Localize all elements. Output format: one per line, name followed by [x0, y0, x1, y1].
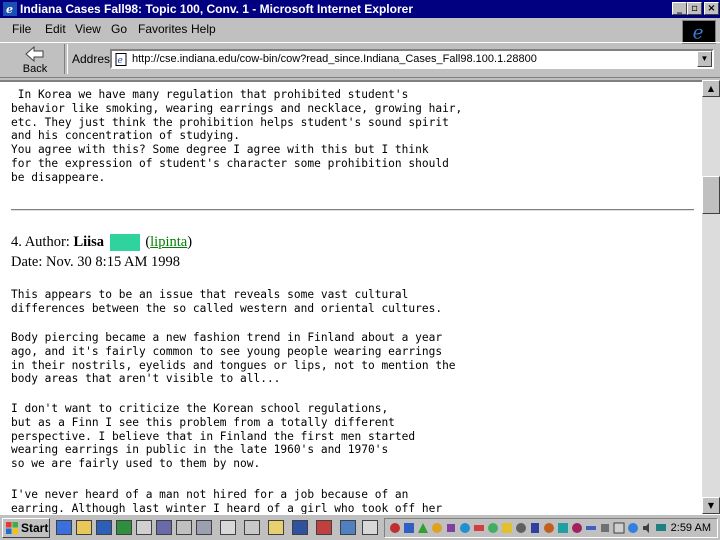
page-content: In Korea we have many regulation that pr… [0, 80, 702, 514]
tray-app-icon[interactable] [557, 522, 569, 534]
quicklaunch-network-icon[interactable] [340, 520, 356, 535]
quicklaunch-document-icon[interactable] [136, 520, 152, 535]
taskbar-clock: 2:59 AM [670, 522, 711, 534]
tray-app-icon[interactable] [501, 522, 513, 534]
start-button[interactable]: Start [2, 518, 50, 538]
system-tray: 2:59 AM [384, 518, 718, 538]
tray-app-icon[interactable] [599, 522, 611, 534]
tray-app-icon[interactable] [543, 522, 555, 534]
menu-edit[interactable]: Edit [45, 22, 66, 36]
quicklaunch-monitor-icon[interactable] [196, 520, 212, 535]
back-arrow-icon [25, 46, 44, 62]
author-label: Author: [24, 234, 70, 250]
back-label: Back [22, 63, 48, 75]
maximize-button[interactable]: ▫ [687, 2, 702, 15]
tray-app-icon[interactable] [585, 522, 597, 534]
windows-flag-icon [6, 522, 18, 534]
tray-app-icon[interactable] [613, 522, 625, 534]
author-color-swatch [109, 234, 140, 252]
svg-text:e: e [118, 56, 123, 66]
previous-post-line: In Korea we have many regulation that pr… [17, 88, 409, 101]
post-paragraph: I don't want to criticize the Korean sch… [11, 402, 416, 471]
speaker-icon[interactable] [641, 522, 653, 534]
author-name: Liisa [73, 234, 105, 250]
menu-view[interactable]: View [75, 22, 101, 36]
post-date: Date: Nov. 30 8:15 AM 1998 [11, 254, 181, 270]
window-title: Indiana Cases Fall98: Topic 100, Conv. 1… [20, 2, 413, 16]
menu-bar: File Edit View Go Favorites Help [0, 18, 680, 40]
tray-app-icon[interactable] [431, 522, 443, 534]
toolbar-divider [64, 44, 68, 74]
title-bar: e Indiana Cases Fall98: Topic 100, Conv.… [0, 0, 720, 18]
tray-app-icon[interactable] [571, 522, 583, 534]
menu-favorites[interactable]: Favorites [138, 22, 187, 36]
address-url: http://cse.indiana.edu/cow-bin/cow?read_… [132, 53, 537, 65]
quicklaunch-browser-icon[interactable] [56, 520, 72, 535]
page-icon: e [115, 53, 127, 66]
address-field[interactable]: e http://cse.indiana.edu/cow-bin/cow?rea… [110, 49, 714, 69]
post-divider [11, 209, 694, 211]
minimize-button[interactable]: _ [672, 2, 687, 15]
close-button[interactable]: × [704, 2, 719, 15]
tray-app-icon[interactable] [459, 522, 471, 534]
address-dropdown-button[interactable]: ▼ [697, 51, 712, 67]
post-paragraph: Body piercing became a new fashion trend… [11, 331, 456, 386]
menu-go[interactable]: Go [111, 22, 127, 36]
quicklaunch-app-icon[interactable] [156, 520, 172, 535]
quicklaunch-desktop-icon[interactable] [244, 520, 260, 535]
ie-app-icon: e [3, 2, 17, 16]
tray-app-icon[interactable] [417, 522, 429, 534]
tray-app-icon[interactable] [515, 522, 527, 534]
tray-app-icon[interactable] [473, 522, 485, 534]
quicklaunch-ie-icon[interactable] [292, 520, 308, 535]
previous-post-line: be disappeare. [11, 170, 106, 184]
menu-help[interactable]: Help [191, 22, 216, 36]
quicklaunch-misc-icon[interactable] [362, 520, 378, 535]
network-icon[interactable] [655, 522, 667, 534]
scroll-down-button[interactable]: ▼ [702, 497, 720, 514]
quicklaunch-folder-icon[interactable] [76, 520, 92, 535]
tray-app-icon[interactable] [627, 522, 639, 534]
post-author-line: 4. Author: Liisa (lipinta) [11, 234, 193, 252]
post-number: 4. [11, 234, 22, 250]
post-paragraph: This appears to be an issue that reveals… [11, 288, 443, 315]
previous-post-line: You agree with this? Some degree I agree… [11, 143, 429, 157]
quicklaunch-window-icon[interactable] [176, 520, 192, 535]
tray-app-icon[interactable] [445, 522, 457, 534]
previous-post-line: etc. They just think the prohibition hel… [11, 115, 449, 129]
tray-app-icon[interactable] [487, 522, 499, 534]
author-link[interactable]: lipinta [150, 234, 187, 250]
vertical-scrollbar[interactable]: ▲ ▼ [702, 80, 720, 514]
menu-file[interactable]: File [12, 22, 31, 36]
scroll-up-button[interactable]: ▲ [702, 80, 720, 97]
previous-post-line: and his concentration of studying. [11, 129, 241, 143]
ie-throbber-logo: e [682, 20, 716, 44]
quicklaunch-excel-icon[interactable] [116, 520, 132, 535]
quicklaunch-notepad-icon[interactable] [220, 520, 236, 535]
quicklaunch-explorer-icon[interactable] [268, 520, 284, 535]
previous-post-text: In Korea we have many regulation that pr… [11, 88, 462, 185]
previous-post-line: behavior like smoking, wearing earrings … [11, 101, 463, 115]
quicklaunch-media-icon[interactable] [316, 520, 332, 535]
post-paragraph: I've never heard of a man not hired for … [11, 488, 443, 514]
start-label: Start [21, 521, 49, 535]
previous-post-line: for the expression of student's characte… [11, 156, 449, 170]
quicklaunch-word-icon[interactable] [96, 520, 112, 535]
svg-text:e: e [693, 22, 704, 43]
taskbar: Start 2:59 AM [0, 514, 720, 540]
svg-text:e: e [6, 3, 13, 16]
tray-app-icon[interactable] [389, 522, 401, 534]
tray-app-icon[interactable] [529, 522, 541, 534]
tray-app-icon[interactable] [403, 522, 415, 534]
scroll-thumb[interactable] [702, 176, 720, 214]
back-button[interactable]: Back [18, 44, 52, 78]
